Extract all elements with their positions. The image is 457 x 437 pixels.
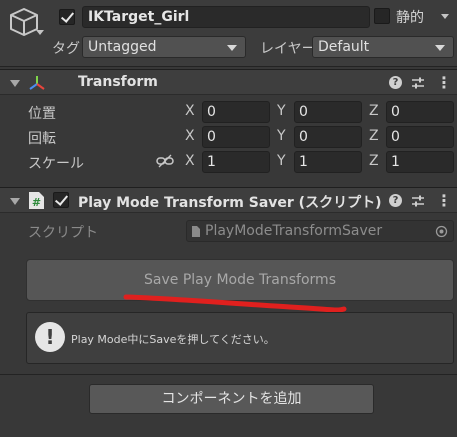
layer-dropdown[interactable]: Default (312, 36, 454, 58)
help-icon[interactable]: ? (389, 194, 402, 207)
tag-label: タグ (52, 41, 80, 57)
position-y-field[interactable]: 0 (294, 101, 362, 123)
script-enabled-checkbox[interactable] (53, 192, 69, 208)
gameobject-header: IKTarget_Girl 静的 タグ Untagged レイヤー Defaul… (0, 0, 457, 67)
sliders-icon[interactable] (411, 194, 425, 208)
chevron-down-icon (435, 45, 445, 51)
axis-x-label[interactable]: X (185, 103, 195, 119)
script-component-header[interactable]: # Play Mode Transform Saver (スクリプト) ? ⋮ (0, 187, 457, 213)
add-component-button[interactable]: コンポーネントを追加 (89, 384, 374, 414)
chevron-down-icon (227, 45, 237, 51)
layer-value: Default (318, 39, 370, 55)
rotation-label: 回転 (28, 131, 56, 147)
static-dropdown-arrow-icon[interactable] (441, 14, 449, 19)
position-x-field[interactable]: 0 (202, 101, 270, 123)
foldout-arrow-icon[interactable] (10, 198, 20, 205)
object-picker-icon[interactable] (435, 225, 448, 238)
transform-title: Transform (78, 74, 158, 90)
rotation-y-field[interactable]: 0 (294, 126, 362, 148)
help-box: ! Play Mode中にSaveを押してください。 (26, 312, 454, 364)
scale-label: スケール (28, 156, 84, 172)
layer-label: レイヤー (260, 41, 316, 57)
scale-y-field[interactable]: 1 (294, 151, 362, 173)
foldout-arrow-icon[interactable] (10, 80, 20, 87)
icon-dropdown-arrow-icon[interactable] (36, 30, 44, 35)
transform-axes-icon (29, 76, 45, 90)
position-z-field[interactable]: 0 (386, 101, 454, 123)
axis-z-label[interactable]: Z (369, 128, 379, 144)
rotation-x-field[interactable]: 0 (202, 126, 270, 148)
script-value: PlayModeTransformSaver (205, 223, 383, 239)
active-checkbox[interactable] (59, 9, 75, 25)
axis-x-label[interactable]: X (185, 153, 195, 169)
script-file-icon (192, 226, 200, 237)
script-component-title: Play Mode Transform Saver (スクリプト) (78, 195, 382, 211)
info-icon: ! (35, 322, 65, 352)
help-message: Play Mode中にSaveを押してください。 (71, 333, 275, 346)
axis-y-label[interactable]: Y (277, 153, 286, 169)
static-label: 静的 (396, 10, 424, 26)
kebab-menu-icon[interactable]: ⋮ (436, 73, 452, 92)
svg-text:#: # (32, 196, 41, 209)
chain-link-icon[interactable] (156, 154, 174, 168)
script-label: スクリプト (28, 225, 98, 241)
position-label: 位置 (28, 106, 56, 122)
section-divider (0, 374, 457, 375)
axis-y-label[interactable]: Y (277, 103, 286, 119)
axis-x-label[interactable]: X (185, 128, 195, 144)
axis-y-label[interactable]: Y (277, 128, 286, 144)
static-checkbox[interactable] (374, 8, 390, 24)
script-hash-icon: # (29, 192, 44, 209)
transform-header[interactable]: Transform ? ⋮ (0, 69, 457, 95)
axis-z-label[interactable]: Z (369, 103, 379, 119)
help-icon[interactable]: ? (389, 76, 402, 89)
sliders-icon[interactable] (411, 76, 425, 90)
kebab-menu-icon[interactable]: ⋮ (436, 191, 452, 210)
axis-z-label[interactable]: Z (369, 153, 379, 169)
gameobject-name-field[interactable]: IKTarget_Girl (82, 6, 370, 28)
tag-value: Untagged (88, 39, 157, 55)
tag-dropdown[interactable]: Untagged (82, 36, 246, 58)
scale-z-field[interactable]: 1 (386, 151, 454, 173)
script-object-field: PlayModeTransformSaver (186, 220, 454, 242)
rotation-z-field[interactable]: 0 (386, 126, 454, 148)
scale-x-field[interactable]: 1 (202, 151, 270, 173)
